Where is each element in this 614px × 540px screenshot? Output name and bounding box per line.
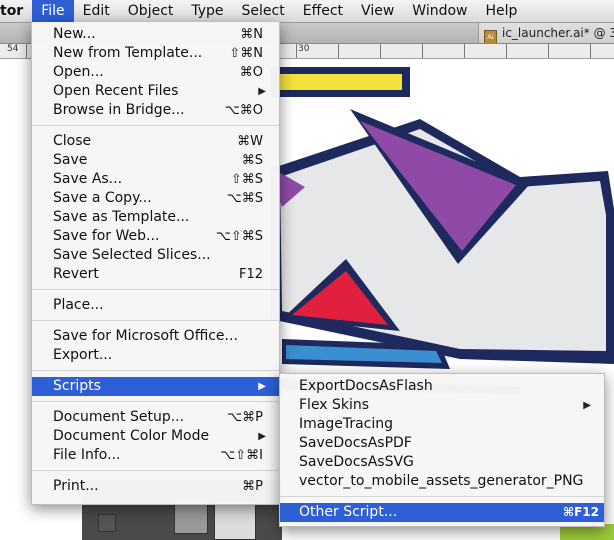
menu-separator bbox=[32, 125, 279, 126]
menu-window[interactable]: Window bbox=[403, 0, 476, 22]
ruler-label: 30 bbox=[298, 44, 310, 54]
menu-separator bbox=[32, 470, 279, 471]
menu-bar: tor File Edit Object Type Select Effect … bbox=[0, 0, 614, 23]
menu-item-save-selected-slices[interactable]: Save Selected Slices... bbox=[32, 246, 279, 265]
submenu-arrow-icon: ▶ bbox=[583, 400, 591, 411]
script-item-vector-to-mobile-assets[interactable]: vector_to_mobile_assets_generator_PNG bbox=[280, 472, 604, 491]
menu-item-save[interactable]: Save ⌘S bbox=[32, 151, 279, 170]
menu-select[interactable]: Select bbox=[233, 0, 294, 22]
submenu-arrow-icon: ▶ bbox=[258, 381, 266, 392]
script-item-image-tracing[interactable]: ImageTracing bbox=[280, 415, 604, 434]
menu-item-scripts[interactable]: Scripts ▶ bbox=[32, 377, 279, 396]
menu-separator bbox=[32, 370, 279, 371]
menu-item-document-setup[interactable]: Document Setup... ⌥⌘P bbox=[32, 408, 279, 427]
document-tab[interactable]: Ai ic_launcher.ai* @ 3 bbox=[478, 23, 614, 43]
script-item-export-docs-as-flash[interactable]: ExportDocsAsFlash bbox=[280, 377, 604, 396]
submenu-arrow-icon: ▶ bbox=[258, 86, 266, 97]
menu-file[interactable]: File bbox=[32, 0, 74, 22]
menu-item-new[interactable]: New... ⌘N bbox=[32, 25, 279, 44]
fill-swatch[interactable] bbox=[174, 500, 208, 534]
scripts-submenu: ExportDocsAsFlash Flex Skins ▶ ImageTraci… bbox=[279, 373, 605, 527]
menu-item-export[interactable]: Export... bbox=[32, 346, 279, 365]
ruler-label: 54 bbox=[7, 44, 19, 54]
menu-item-place[interactable]: Place... bbox=[32, 296, 279, 315]
app-menu[interactable]: tor bbox=[0, 0, 32, 22]
file-menu: New... ⌘N New from Template... ⇧⌘N Open...… bbox=[31, 22, 280, 505]
menu-item-close[interactable]: Close ⌘W bbox=[32, 132, 279, 151]
menu-item-new-from-template[interactable]: New from Template... ⇧⌘N bbox=[32, 44, 279, 63]
script-item-save-docs-as-svg[interactable]: SaveDocsAsSVG bbox=[280, 453, 604, 472]
menu-item-revert[interactable]: Revert F12 bbox=[32, 265, 279, 284]
menu-item-save-for-microsoft-office[interactable]: Save for Microsoft Office... bbox=[32, 327, 279, 346]
menu-item-document-color-mode[interactable]: Document Color Mode ▶ bbox=[32, 427, 279, 446]
menu-item-print[interactable]: Print... ⌘P bbox=[32, 477, 279, 496]
menu-item-save-for-web[interactable]: Save for Web... ⌥⇧⌘S bbox=[32, 227, 279, 246]
menu-effect[interactable]: Effect bbox=[294, 0, 352, 22]
menu-object[interactable]: Object bbox=[119, 0, 183, 22]
menu-item-save-as[interactable]: Save As... ⇧⌘S bbox=[32, 170, 279, 189]
script-item-flex-skins[interactable]: Flex Skins ▶ bbox=[280, 396, 604, 415]
menu-separator bbox=[32, 289, 279, 290]
ai-file-icon: Ai bbox=[484, 30, 497, 43]
script-item-other-script[interactable]: Other Script... ⌘F12 bbox=[280, 503, 604, 522]
menu-type[interactable]: Type bbox=[182, 0, 232, 22]
menu-item-open-recent[interactable]: Open Recent Files ▶ bbox=[32, 82, 279, 101]
script-item-save-docs-as-pdf[interactable]: SaveDocsAsPDF bbox=[280, 434, 604, 453]
stroke-swatch[interactable] bbox=[214, 500, 256, 540]
menu-item-open[interactable]: Open... ⌘O bbox=[32, 63, 279, 82]
menu-item-save-a-copy[interactable]: Save a Copy... ⌥⌘S bbox=[32, 189, 279, 208]
menu-help[interactable]: Help bbox=[476, 0, 526, 22]
menu-edit[interactable]: Edit bbox=[74, 0, 119, 22]
menu-item-browse-in-bridge[interactable]: Browse in Bridge... ⌥⌘O bbox=[32, 101, 279, 120]
document-tab-title: ic_launcher.ai* @ 3 bbox=[502, 26, 614, 40]
submenu-arrow-icon: ▶ bbox=[258, 431, 266, 442]
menu-view[interactable]: View bbox=[352, 0, 403, 22]
menu-separator bbox=[280, 496, 604, 497]
menu-separator bbox=[32, 320, 279, 321]
artboard-tool-icon[interactable] bbox=[98, 514, 116, 532]
menu-separator bbox=[32, 401, 279, 402]
menu-item-save-as-template[interactable]: Save as Template... bbox=[32, 208, 279, 227]
menu-item-file-info[interactable]: File Info... ⌥⇧⌘I bbox=[32, 446, 279, 465]
